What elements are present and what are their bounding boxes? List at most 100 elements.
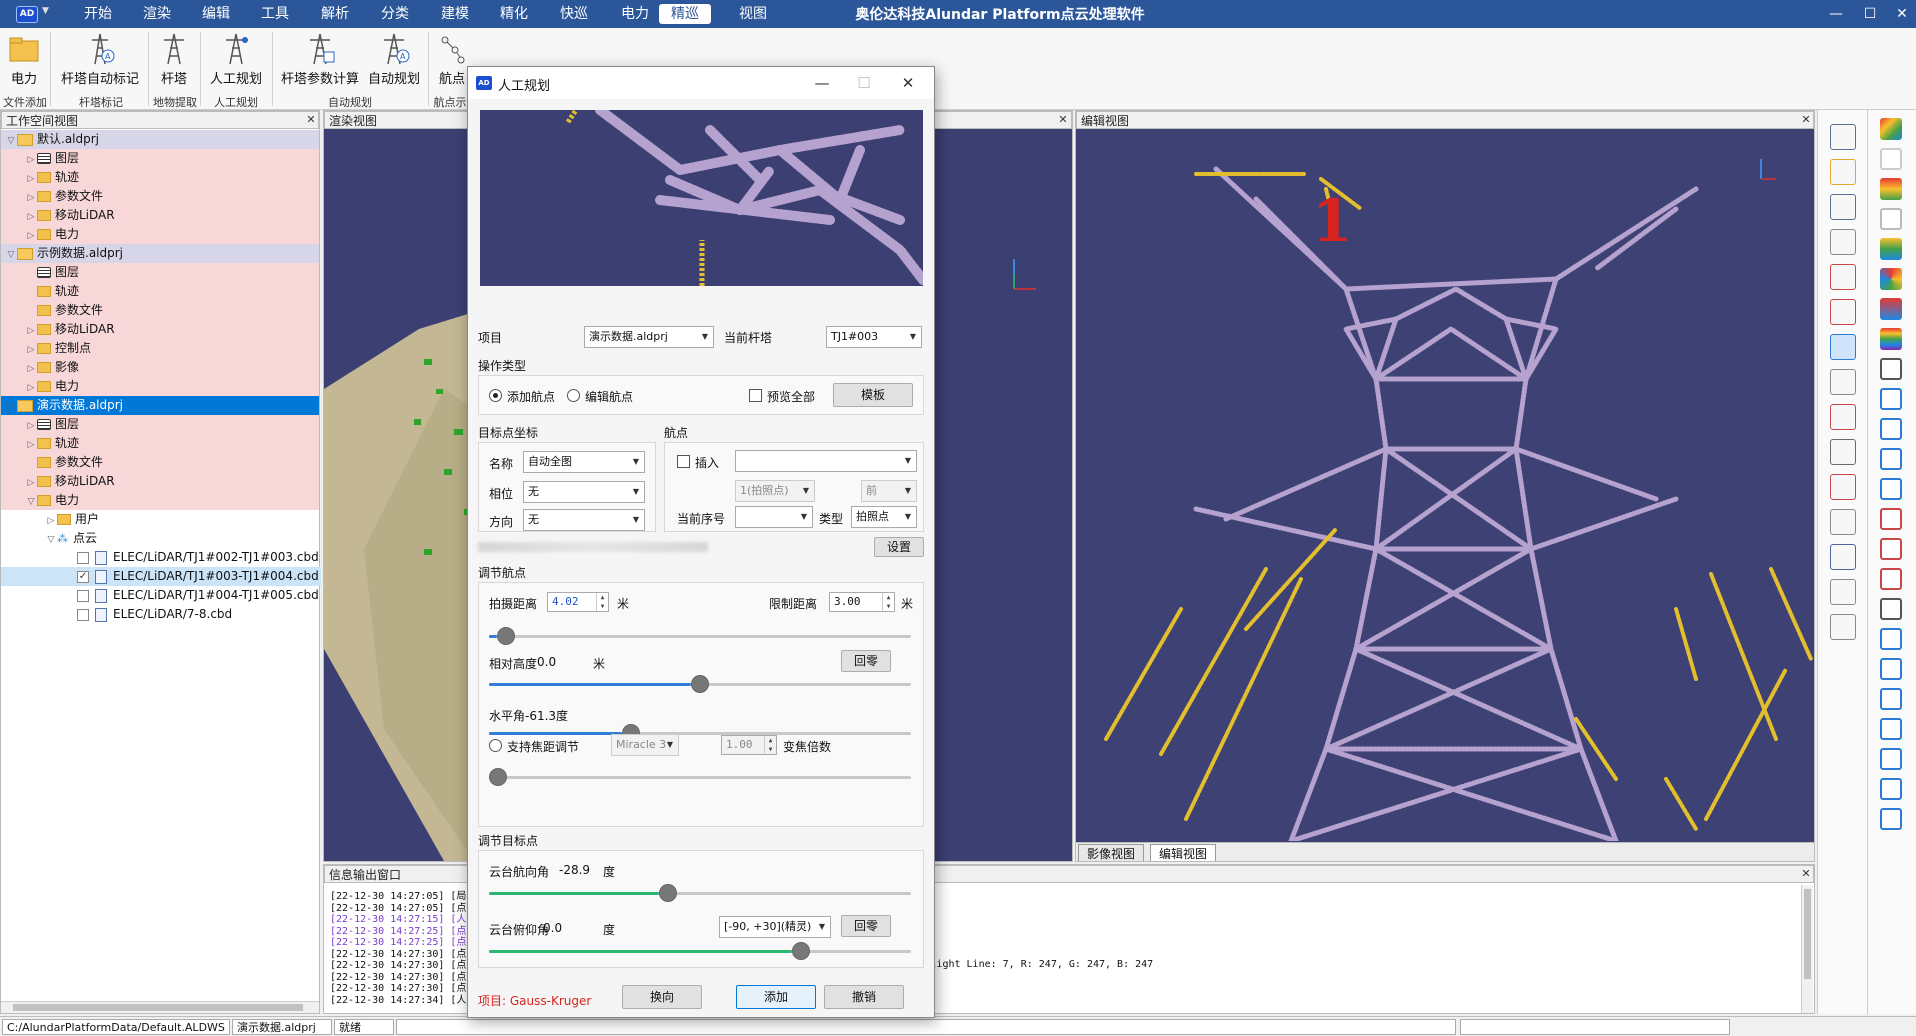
- clip-icon[interactable]: [1830, 474, 1856, 500]
- ribbon-button-tower-param-calc[interactable]: 杆塔参数计算: [280, 32, 360, 88]
- spinner-icon[interactable]: ▲ ▼: [596, 593, 608, 611]
- tree-item[interactable]: ▷ 移动LiDAR: [1, 472, 319, 491]
- name-select[interactable]: 自动全图 ▼: [523, 451, 645, 473]
- menu-item[interactable]: 解析: [309, 4, 361, 24]
- tree-item[interactable]: ▽ 电力: [1, 491, 319, 510]
- zoom-slider[interactable]: [489, 767, 911, 787]
- tower-icon[interactable]: [1830, 194, 1856, 220]
- cube-icon[interactable]: [1880, 658, 1902, 680]
- tree-item[interactable]: ▷ 电力: [1, 377, 319, 396]
- search-icon[interactable]: [1830, 509, 1856, 535]
- tab-edit-view[interactable]: 编辑视图: [1150, 844, 1217, 861]
- tree-item[interactable]: ▷ 电力: [1, 225, 319, 244]
- tree-item[interactable]: ▷ 轨迹: [1, 168, 319, 187]
- layers-icon[interactable]: [1830, 124, 1856, 150]
- slider-thumb[interactable]: [489, 768, 507, 786]
- tree-item[interactable]: ELEC/LiDAR/7-8.cbd: [1, 605, 321, 624]
- pitch-slider[interactable]: [489, 941, 911, 961]
- page-icon[interactable]: [1880, 478, 1902, 500]
- yaw-slider[interactable]: [489, 883, 911, 903]
- slider-thumb[interactable]: [792, 942, 810, 960]
- insert-select[interactable]: ▼: [735, 450, 917, 472]
- close-icon[interactable]: ✕: [1800, 868, 1812, 880]
- spinner-icon[interactable]: ▲ ▼: [882, 593, 894, 611]
- curve-icon[interactable]: [1880, 508, 1902, 530]
- tree-item[interactable]: ▷ 影像: [1, 358, 319, 377]
- waypoint-preview[interactable]: [480, 110, 923, 286]
- app-logo[interactable]: AD: [16, 6, 38, 23]
- menu-item[interactable]: 快巡: [548, 4, 600, 24]
- resize-icon[interactable]: [1880, 448, 1902, 470]
- shoot-distance-input[interactable]: 4.02 ▲ ▼: [547, 592, 609, 612]
- direction-select[interactable]: 无 ▼: [523, 509, 645, 531]
- relative-height-slider[interactable]: [489, 674, 911, 694]
- tree-item[interactable]: ELEC/LiDAR/TJ1#004-TJ1#005.cbd: [1, 586, 321, 605]
- slider-thumb[interactable]: [497, 627, 516, 645]
- zoom-radio[interactable]: [489, 739, 502, 752]
- stack-icon[interactable]: [1880, 358, 1902, 380]
- tree-item[interactable]: 参数文件: [1, 453, 319, 472]
- ribbon-button-tower-auto-mark[interactable]: A 杆塔自动标记: [58, 32, 142, 88]
- undo-button[interactable]: 撤销: [824, 985, 904, 1009]
- template-button[interactable]: 模板: [833, 383, 913, 407]
- vertical-scrollbar[interactable]: [1801, 885, 1813, 1013]
- menu-item[interactable]: 电力: [609, 4, 661, 24]
- close-icon[interactable]: ✕: [888, 71, 928, 95]
- shoot-distance-slider[interactable]: [489, 626, 911, 646]
- tree-item[interactable]: ▷ 参数文件: [1, 187, 319, 206]
- gray-icon[interactable]: [1880, 148, 1902, 170]
- return-icon[interactable]: [1880, 298, 1902, 320]
- reset-height-button[interactable]: 回零: [841, 650, 891, 672]
- tab-image-view[interactable]: 影像视图: [1078, 844, 1145, 861]
- ribbon-button-auto-plan[interactable]: A 自动规划: [366, 32, 422, 88]
- slider-track[interactable]: [489, 635, 911, 638]
- tree-item[interactable]: ▽ 演示数据.aldprj: [1, 396, 319, 415]
- tree-checkbox[interactable]: [77, 608, 89, 621]
- tree-item[interactable]: ▷ 用户: [1, 510, 319, 529]
- scrollbar-thumb[interactable]: [1804, 889, 1811, 979]
- class-color-icon[interactable]: [1880, 238, 1902, 260]
- tree-item[interactable]: ▷ 图层: [1, 415, 319, 434]
- menu-item[interactable]: 工具: [249, 4, 301, 24]
- menu-item[interactable]: 编辑: [190, 4, 242, 24]
- tree-item[interactable]: ▽ 默认.aldprj: [1, 130, 319, 149]
- edit-view[interactable]: 编辑视图 ✕ 1 影像视图 编辑视图: [1075, 110, 1815, 862]
- rgb-wheel-icon[interactable]: [1880, 268, 1902, 290]
- point-select-icon[interactable]: [1830, 264, 1856, 290]
- tree-item[interactable]: 参数文件: [1, 301, 319, 320]
- cube-icon[interactable]: [1880, 778, 1902, 800]
- minimize-icon[interactable]: —: [802, 71, 842, 95]
- tree-item[interactable]: ▽ 示例数据.aldprj: [1, 244, 319, 263]
- limit-distance-input[interactable]: 3.00 ▲ ▼: [829, 592, 895, 612]
- add-waypoint-radio[interactable]: [489, 389, 502, 402]
- tree-item[interactable]: ▷ 图层: [1, 149, 319, 168]
- tree-checkbox[interactable]: ✓: [77, 570, 89, 583]
- tree-item[interactable]: ▷ 移动LiDAR: [1, 206, 319, 225]
- quick-access-arrow-icon[interactable]: ▼: [42, 6, 49, 16]
- edit-waypoint-radio[interactable]: [567, 389, 580, 402]
- intensity-icon[interactable]: [1880, 208, 1902, 230]
- tree-item[interactable]: ▷ 控制点: [1, 339, 319, 358]
- tree-item[interactable]: ELEC/LiDAR/TJ1#002-TJ1#003.cbd: [1, 548, 321, 567]
- swap-direction-button[interactable]: 换向: [622, 985, 702, 1009]
- menu-item[interactable]: 分类: [369, 4, 421, 24]
- cube-icon[interactable]: [1880, 718, 1902, 740]
- copy-icon[interactable]: [1830, 544, 1856, 570]
- point-select-icon[interactable]: [1830, 299, 1856, 325]
- measure-icon[interactable]: [1830, 439, 1856, 465]
- cube-icon[interactable]: [1880, 808, 1902, 830]
- phase-select[interactable]: 无 ▼: [523, 481, 645, 503]
- curve-icon[interactable]: [1880, 538, 1902, 560]
- tree-item[interactable]: 轨迹: [1, 282, 319, 301]
- type-select[interactable]: 拍照点 ▼: [851, 506, 917, 528]
- maximize-icon[interactable]: ☐: [1852, 2, 1888, 26]
- menu-item[interactable]: 精巡: [659, 4, 711, 24]
- tree-checkbox[interactable]: [77, 589, 89, 602]
- slider-track[interactable]: [489, 776, 911, 779]
- circle-icon[interactable]: [1830, 579, 1856, 605]
- ribbon-button-power[interactable]: 电力: [6, 32, 42, 88]
- slider-thumb[interactable]: [691, 675, 709, 693]
- elevation-icon[interactable]: [1880, 178, 1902, 200]
- pause-icon[interactable]: [1830, 614, 1856, 640]
- rainbow-icon[interactable]: [1880, 328, 1902, 350]
